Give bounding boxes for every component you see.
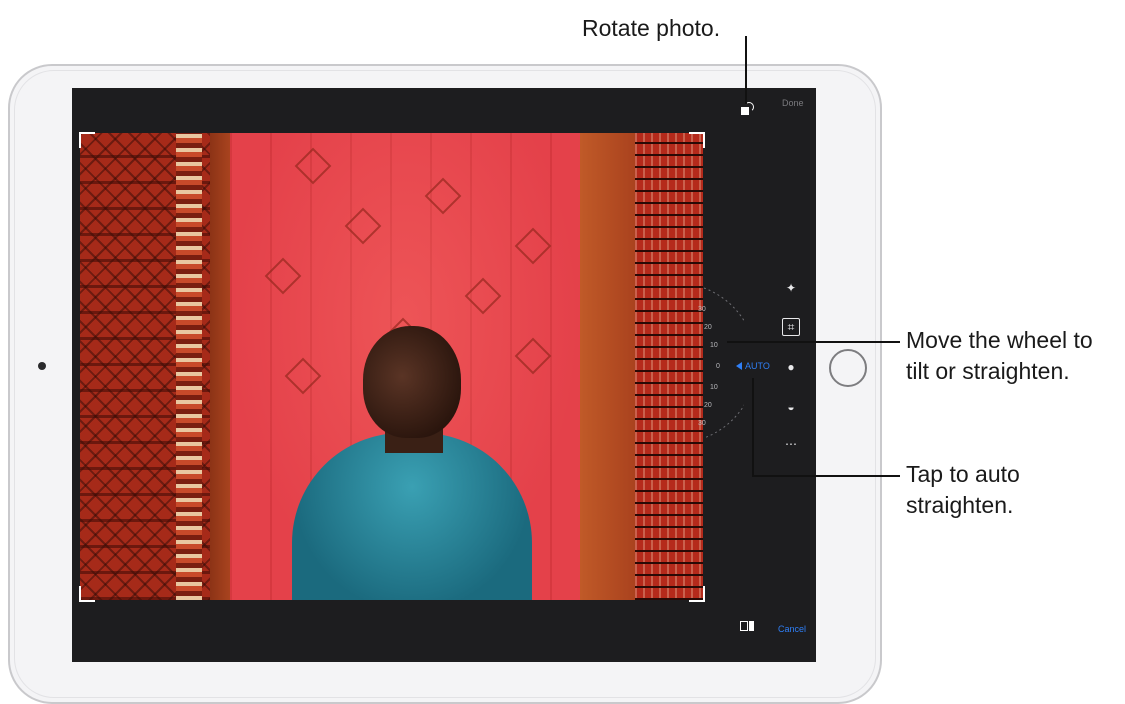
photo-being-edited[interactable] bbox=[80, 133, 703, 600]
callout-rotate: Rotate photo. bbox=[582, 15, 721, 41]
rotate-icon[interactable] bbox=[740, 102, 754, 116]
photo-motif bbox=[284, 357, 322, 395]
callout-line-rotate bbox=[745, 36, 747, 104]
wheel-tick-label: 30 bbox=[698, 306, 706, 313]
photo-motif bbox=[344, 207, 382, 245]
wheel-pointer-icon bbox=[736, 362, 742, 370]
photo-motif bbox=[514, 337, 552, 375]
crop-icon[interactable]: ⌗ bbox=[782, 318, 800, 336]
straighten-wheel[interactable] bbox=[684, 278, 744, 448]
auto-straighten-button[interactable]: AUTO bbox=[736, 361, 770, 371]
callout-line-wheel bbox=[727, 341, 900, 343]
wheel-tick-label: 30 bbox=[698, 420, 706, 427]
magic-wand-icon[interactable]: ✦ bbox=[782, 279, 800, 297]
callout-line-auto-vertical bbox=[752, 378, 754, 476]
crop-handle-bottom-right[interactable] bbox=[689, 586, 705, 602]
crop-handle-top-right[interactable] bbox=[689, 132, 705, 148]
photos-edit-screen: Done ✦ ⌗ ● ◒ ⋯ 30 20 10 0 10 20 30 AUTO … bbox=[72, 88, 816, 662]
photo-motif bbox=[514, 227, 552, 265]
callout-auto-line2: straighten. bbox=[906, 492, 1014, 518]
cancel-button[interactable]: Cancel bbox=[778, 624, 806, 634]
wheel-tick-label: 10 bbox=[710, 342, 718, 349]
adjust-icon[interactable]: ◒ bbox=[782, 398, 800, 416]
aspect-ratio-icon[interactable] bbox=[740, 621, 754, 631]
callout-wheel-line1: Move the wheel to bbox=[906, 327, 1093, 353]
auto-label: AUTO bbox=[745, 361, 770, 371]
crop-handle-top-left[interactable] bbox=[79, 132, 95, 148]
filters-icon[interactable]: ● bbox=[782, 358, 800, 376]
crop-handle-bottom-left[interactable] bbox=[79, 586, 95, 602]
photo-rug-border bbox=[176, 133, 202, 600]
photo-motif bbox=[294, 147, 332, 185]
photo-person-head bbox=[363, 326, 461, 438]
done-button[interactable]: Done bbox=[782, 98, 804, 108]
home-button[interactable] bbox=[829, 349, 867, 387]
callout-line-auto-horizontal bbox=[752, 475, 900, 477]
photo-wall-right bbox=[580, 133, 640, 600]
callout-auto-line1: Tap to auto bbox=[906, 461, 1020, 487]
more-icon[interactable]: ⋯ bbox=[782, 435, 800, 453]
photo-motif bbox=[424, 177, 462, 215]
wheel-tick-label: 20 bbox=[704, 402, 712, 409]
photo-motif bbox=[264, 257, 302, 295]
wheel-tick-label: 20 bbox=[704, 324, 712, 331]
wheel-tick-label: 10 bbox=[710, 384, 718, 391]
photo-motif bbox=[464, 277, 502, 315]
callout-wheel-line2: tilt or straighten. bbox=[906, 358, 1070, 384]
front-camera bbox=[38, 362, 46, 370]
wheel-tick-label: 0 bbox=[716, 363, 720, 370]
